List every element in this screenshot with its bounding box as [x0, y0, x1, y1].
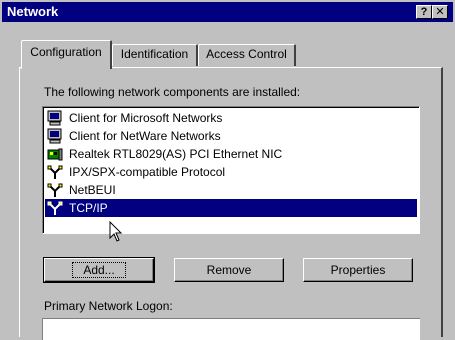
tab-access-control[interactable]: Access Control: [198, 44, 296, 66]
network-adapter-icon: [47, 148, 63, 161]
properties-button-label: Properties: [330, 263, 386, 277]
help-button[interactable]: ?: [416, 5, 432, 19]
list-item-label: TCP/IP: [69, 201, 108, 215]
list-item[interactable]: IPX/SPX-compatible Protocol: [45, 163, 417, 181]
remove-button-label: Remove: [206, 263, 252, 277]
mouse-pointer-icon: [109, 221, 123, 242]
tab-configuration[interactable]: Configuration: [21, 40, 112, 69]
properties-button[interactable]: Properties: [303, 258, 413, 282]
primary-logon-select[interactable]: [42, 318, 420, 340]
add-button[interactable]: Add...: [43, 257, 155, 283]
protocol-icon: [47, 183, 63, 197]
protocol-icon: [47, 165, 63, 179]
list-item[interactable]: Client for NetWare Networks: [45, 127, 417, 145]
list-item[interactable]: Realtek RTL8029(AS) PCI Ethernet NIC: [45, 145, 417, 163]
list-item-label: Realtek RTL8029(AS) PCI Ethernet NIC: [69, 147, 283, 161]
window-title: Network: [7, 4, 59, 19]
client-icon: [47, 128, 62, 144]
list-item-label: NetBEUI: [69, 183, 116, 197]
list-item[interactable]: NetBEUI: [45, 181, 417, 199]
primary-logon-label: Primary Network Logon:: [44, 299, 173, 313]
list-item[interactable]: Client for Microsoft Networks: [45, 109, 417, 127]
list-item-selected[interactable]: TCP/IP: [45, 199, 417, 217]
tab-configuration-label: Configuration: [30, 45, 102, 59]
tab-access-control-label: Access Control: [206, 47, 287, 61]
remove-button[interactable]: Remove: [174, 258, 284, 282]
client-icon: [47, 110, 62, 126]
list-item-label: IPX/SPX-compatible Protocol: [69, 165, 226, 179]
components-label: The following network components are ins…: [44, 85, 301, 99]
title-bar: Network ? ✕: [2, 2, 453, 22]
tab-identification[interactable]: Identification: [112, 44, 198, 66]
tab-identification-label: Identification: [120, 47, 189, 61]
protocol-icon: [47, 201, 63, 215]
list-item-label: Client for Microsoft Networks: [69, 111, 223, 125]
components-list[interactable]: Client for Microsoft Networks Client for…: [42, 106, 420, 234]
close-button[interactable]: ✕: [432, 5, 448, 19]
list-item-label: Client for NetWare Networks: [69, 129, 221, 143]
add-button-label: Add...: [72, 262, 126, 278]
